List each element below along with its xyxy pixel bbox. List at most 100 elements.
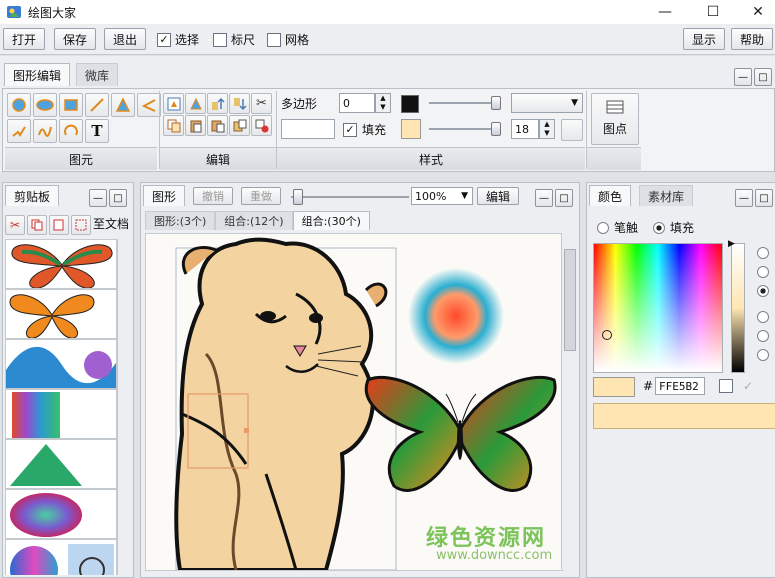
help-button[interactable]: 帮助 [731, 28, 774, 50]
paste-special-icon[interactable] [207, 115, 228, 136]
tab-micro-library[interactable]: 微库 [76, 63, 119, 86]
clipboard-restore-button[interactable]: □ [109, 189, 127, 207]
to-document-button[interactable]: 至文档 [93, 215, 129, 235]
clipboard-item-butterfly-orange[interactable] [5, 289, 117, 339]
clipboard-paste-icon[interactable] [49, 215, 69, 235]
fill-toggle[interactable]: ✓ 填充 [343, 121, 386, 138]
fill-value-input[interactable] [281, 119, 335, 139]
redo-button[interactable]: 重做 [241, 187, 281, 205]
minimize-button[interactable]: — [643, 0, 687, 24]
curve-tool-icon[interactable] [33, 119, 57, 143]
color-mode-radio-5[interactable] [757, 330, 769, 342]
close-button[interactable]: ✕ [736, 0, 775, 24]
subtab-shapes[interactable]: 图形:(3个) [145, 211, 216, 230]
subtab-group-30[interactable]: 组合:(30个) [292, 211, 370, 230]
clipboard-scrollbar[interactable] [117, 239, 132, 575]
ribbon-minimize-button[interactable]: — [734, 68, 752, 86]
angle-tool-icon[interactable] [137, 93, 161, 117]
color-spectrum-picker[interactable] [593, 243, 723, 373]
drawing-canvas[interactable]: 绿色资源网 www.downcc.com [145, 233, 563, 571]
tab-shape-edit[interactable]: 图形编辑 [4, 63, 71, 86]
stroke-radio-button[interactable] [597, 221, 609, 234]
tab-color[interactable]: 颜色 [589, 185, 632, 206]
clipboard-item-ellipse[interactable] [5, 489, 117, 539]
show-button[interactable]: 显示 [683, 28, 726, 50]
canvas-restore-button[interactable]: □ [555, 189, 573, 207]
gradient-circle-drawing[interactable] [408, 268, 504, 364]
color-panel-minimize-button[interactable]: — [735, 189, 753, 207]
size-slider-track[interactable] [429, 128, 495, 130]
subtab-group-12[interactable]: 组合:(12个) [215, 211, 293, 230]
copy-icon[interactable] [163, 115, 184, 136]
clipboard-item-circles[interactable] [5, 539, 117, 575]
apply-check-icon[interactable]: ✓ [743, 379, 753, 393]
zoom-select[interactable]: 100% ▼ [411, 187, 473, 205]
line-tool-icon[interactable] [85, 93, 109, 117]
dash-style-select[interactable]: ▼ [511, 93, 583, 113]
color-panel-restore-button[interactable]: □ [755, 189, 773, 207]
ellipse-tool-icon[interactable] [33, 93, 57, 117]
fill-checkbox[interactable]: ✓ [343, 122, 357, 137]
zoom-slider-track[interactable] [291, 196, 409, 198]
opacity-slider-track[interactable] [429, 102, 495, 104]
open-button[interactable]: 打开 [3, 28, 46, 50]
select-toggle[interactable]: ✓ 选择 [157, 31, 199, 48]
clipboard-minimize-button[interactable]: — [89, 189, 107, 207]
ribbon-restore-button[interactable]: □ [754, 68, 772, 86]
clipboard-tab[interactable]: 剪贴板 [5, 185, 60, 206]
color-mode-radio-4[interactable] [757, 311, 769, 323]
canvas-tab[interactable]: 图形 [143, 185, 186, 206]
stroke-color-swatch[interactable] [401, 95, 419, 113]
move-down-icon[interactable] [229, 93, 250, 114]
move-up-icon[interactable] [207, 93, 228, 114]
ruler-toggle[interactable]: 标尺 [213, 31, 255, 48]
color-mode-radio-3[interactable] [757, 285, 769, 297]
save-button[interactable]: 保存 [54, 28, 97, 50]
canvas-vertical-scrollbar[interactable] [561, 233, 576, 569]
canvas-edit-button[interactable]: 编辑 [477, 187, 520, 205]
color-mode-radio-6[interactable] [757, 349, 769, 361]
arc-tool-icon[interactable] [59, 119, 83, 143]
color-picker-cursor[interactable] [602, 330, 612, 340]
paste-icon[interactable] [185, 115, 206, 136]
hex-input[interactable]: FFE5B2 [655, 377, 705, 395]
line-width-input[interactable]: 0 [339, 93, 375, 113]
canvas-scroll-thumb[interactable] [564, 249, 576, 351]
clipboard-copy-icon[interactable] [27, 215, 47, 235]
clipboard-clear-icon[interactable] [71, 215, 91, 235]
tab-material-library[interactable]: 素材库 [639, 185, 694, 206]
triangle-tool-icon[interactable] [111, 93, 135, 117]
select-checkbox[interactable]: ✓ [157, 32, 171, 47]
brightness-slider[interactable] [731, 243, 745, 373]
clipboard-item-gradient-rect[interactable] [5, 389, 117, 439]
text-tool-icon[interactable]: T [85, 119, 109, 143]
grid-toggle[interactable]: 网格 [267, 31, 309, 48]
clipboard-item-butterfly-green[interactable] [5, 239, 117, 289]
butterfly-drawing[interactable] [360, 370, 560, 500]
style-extra-button[interactable] [561, 119, 583, 141]
fill-radio[interactable]: 填充 [653, 219, 694, 236]
cut-icon[interactable]: ✂ [251, 93, 272, 114]
fill-color-swatch[interactable] [401, 119, 421, 139]
size-slider-thumb[interactable] [491, 122, 501, 136]
delete-icon[interactable] [251, 115, 272, 136]
exit-button[interactable]: 退出 [104, 28, 147, 50]
bring-forward-icon[interactable] [163, 93, 184, 114]
circle-tool-icon[interactable] [7, 93, 31, 117]
polyline-tool-icon[interactable] [7, 119, 31, 143]
grid-checkbox[interactable] [267, 32, 281, 47]
duplicate-icon[interactable] [229, 115, 250, 136]
rectangle-tool-icon[interactable] [59, 93, 83, 117]
maximize-button[interactable]: ☐ [691, 0, 735, 24]
undo-button[interactable]: 撤销 [193, 187, 233, 205]
canvas-minimize-button[interactable]: — [535, 189, 553, 207]
stroke-radio[interactable]: 笔触 [597, 219, 638, 236]
clipboard-item-wave[interactable] [5, 339, 117, 389]
clipboard-cut-icon[interactable]: ✂ [5, 215, 25, 235]
opacity-slider-thumb[interactable] [491, 96, 501, 110]
point-button[interactable]: 图点 [591, 93, 639, 145]
line-width-spinner[interactable]: ▲ ▼ [375, 93, 391, 113]
send-backward-icon[interactable] [185, 93, 206, 114]
transparent-checkbox[interactable] [719, 379, 733, 393]
fill-radio-button[interactable] [653, 221, 665, 234]
